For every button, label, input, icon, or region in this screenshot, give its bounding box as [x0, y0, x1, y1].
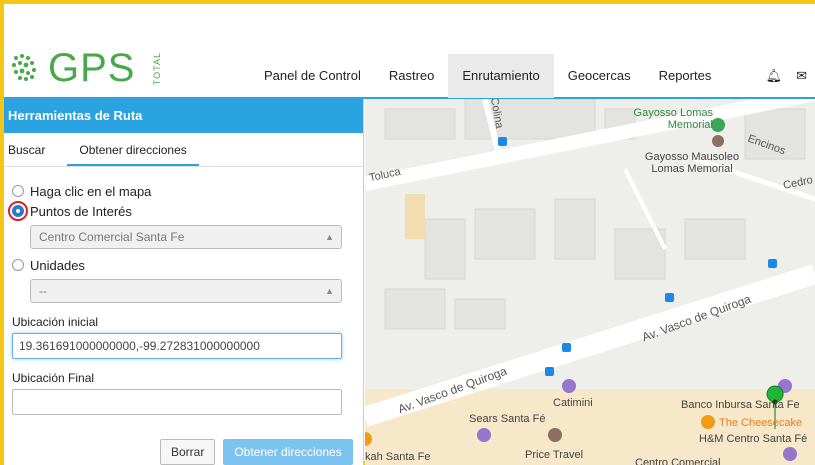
select-caret-icon: ▲	[325, 286, 334, 296]
bell-icon[interactable]: 🔔︎	[766, 54, 783, 98]
map-label-centro: Centro Comercial	[635, 457, 721, 465]
map-label-price-travel: Price Travel	[525, 449, 584, 461]
get-directions-button[interactable]: Obtener direcciones	[223, 439, 353, 465]
nav-geocercas[interactable]: Geocercas	[554, 54, 645, 98]
logo-subtext: TOTAL	[152, 52, 162, 86]
select-caret-icon: ▲	[325, 232, 334, 242]
gps-total-logo[interactable]: GPS TOTAL	[10, 46, 170, 90]
main-nav: Panel de Control Rastreo Enrutamiento Ge…	[250, 54, 725, 98]
map-label-gayosso-lomas: Gayosso Lomas Memorial	[633, 107, 713, 131]
units-select[interactable]: -- ▲	[30, 279, 342, 303]
poi-select[interactable]: Centro Comercial Santa Fe ▲	[30, 225, 342, 249]
radio-row-map[interactable]: Haga clic en el mapa	[12, 181, 349, 201]
form-actions: Borrar Obtener direcciones	[160, 439, 353, 465]
map-view[interactable]: Colina Toluca Gayosso Lomas Memorial Gay…	[365, 99, 815, 465]
top-header: GPS TOTAL Panel de Control Rastreo Enrut…	[4, 4, 815, 99]
map-label-hm: H&M Centro Santa Fé	[699, 433, 808, 445]
route-tools-panel: Herramientas de Ruta Buscar Obtener dire…	[4, 99, 364, 465]
end-location-input[interactable]	[12, 389, 342, 415]
logo-text: GPS	[48, 46, 136, 90]
panel-tabs: Buscar Obtener direcciones	[4, 133, 363, 167]
nav-rastreo[interactable]: Rastreo	[375, 54, 449, 98]
radio-row-units[interactable]: Unidades	[12, 255, 349, 275]
nav-enrutamiento[interactable]: Enrutamiento	[448, 54, 554, 98]
route-form: Haga clic en el mapa Puntos de Interés C…	[4, 167, 363, 415]
map-label-kah: kah Santa Fe	[365, 451, 431, 463]
radio-units[interactable]	[12, 259, 24, 271]
panel-title: Herramientas de Ruta	[4, 99, 363, 133]
radio-poi[interactable]	[8, 201, 28, 221]
map-label-cheesecake: The Cheesecake	[719, 417, 803, 429]
start-location-label: Ubicación inicial	[12, 315, 99, 329]
radio-map-label: Haga clic en el mapa	[30, 183, 152, 199]
radio-poi-label: Puntos de Interés	[30, 203, 132, 219]
header-icons: 🔔︎ ✉	[766, 54, 807, 98]
map-label-gayosso-mausoleo: Gayosso Mausoleo Lomas Memorial	[644, 151, 740, 175]
logo-dots-icon	[12, 54, 36, 81]
tab-buscar[interactable]: Buscar	[4, 133, 49, 166]
nav-reportes[interactable]: Reportes	[645, 54, 726, 98]
nav-panel-de-control[interactable]: Panel de Control	[250, 54, 375, 98]
units-select-value: --	[39, 284, 47, 298]
radio-units-label: Unidades	[30, 257, 85, 273]
clear-button[interactable]: Borrar	[160, 439, 216, 465]
end-location-label: Ubicación Final	[12, 371, 95, 385]
map-label-catimini: Catimini	[553, 397, 593, 409]
radio-map[interactable]	[12, 185, 24, 197]
start-location-input[interactable]: 19.361691000000000,-99.272831000000000	[12, 333, 342, 359]
envelope-icon[interactable]: ✉	[796, 54, 807, 98]
radio-row-poi[interactable]: Puntos de Interés	[8, 201, 349, 221]
tab-obtener-direcciones[interactable]: Obtener direcciones	[67, 133, 199, 166]
map-label-sears: Sears Santa Fé	[469, 413, 546, 425]
map-label-banco: Banco Inbursa Santa Fe	[681, 399, 800, 411]
poi-select-value: Centro Comercial Santa Fe	[39, 230, 185, 244]
